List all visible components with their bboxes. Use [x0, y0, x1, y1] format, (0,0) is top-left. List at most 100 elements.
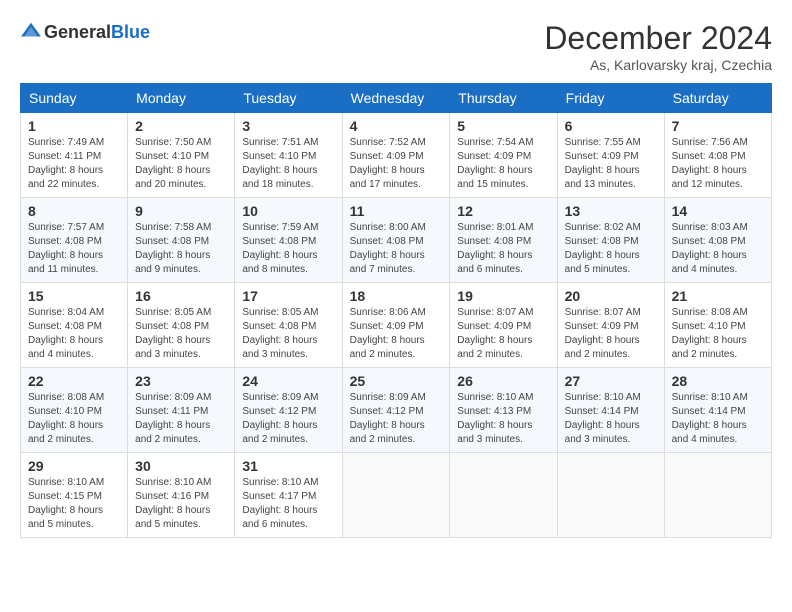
- logo-text-general: General: [44, 22, 111, 42]
- week-row-2: 8 Sunrise: 7:57 AMSunset: 4:08 PMDaylight…: [21, 198, 772, 283]
- cell-text: Sunrise: 8:09 AMSunset: 4:11 PMDaylight:…: [135, 392, 211, 445]
- cell-text: Sunrise: 8:07 AMSunset: 4:09 PMDaylight:…: [457, 307, 533, 360]
- day-number: 3: [242, 118, 334, 134]
- day-number: 19: [457, 288, 549, 304]
- cell-text: Sunrise: 8:01 AMSunset: 4:08 PMDaylight:…: [457, 222, 533, 275]
- day-number: 7: [672, 118, 764, 134]
- day-number: 30: [135, 458, 227, 474]
- calendar-cell: 26 Sunrise: 8:10 AMSunset: 4:13 PMDayligh…: [450, 368, 557, 453]
- calendar-cell: 11Sunrise: 8:00 AMSunset: 4:08 PMDayligh…: [342, 198, 450, 283]
- header-day-wednesday: Wednesday: [342, 84, 450, 113]
- cell-text: Sunrise: 8:05 AMSunset: 4:08 PMDaylight:…: [242, 307, 318, 360]
- day-number: 4: [350, 118, 443, 134]
- calendar-cell: 25Sunrise: 8:09 AMSunset: 4:12 PMDayligh…: [342, 368, 450, 453]
- calendar-cell: 14Sunrise: 8:03 AMSunset: 4:08 PMDayligh…: [664, 198, 771, 283]
- day-number: 22: [28, 373, 120, 389]
- day-number: 24: [242, 373, 334, 389]
- calendar-cell: 5 Sunrise: 7:54 AMSunset: 4:09 PMDaylight…: [450, 113, 557, 198]
- cell-text: Sunrise: 7:52 AMSunset: 4:09 PMDaylight:…: [350, 137, 426, 190]
- logo-text-blue: Blue: [111, 22, 150, 42]
- calendar-header-row: SundayMondayTuesdayWednesdayThursdayFrid…: [21, 84, 772, 113]
- calendar-cell: 3 Sunrise: 7:51 AMSunset: 4:10 PMDaylight…: [235, 113, 342, 198]
- header-day-tuesday: Tuesday: [235, 84, 342, 113]
- calendar-cell: [664, 453, 771, 538]
- calendar-cell: 21Sunrise: 8:08 AMSunset: 4:10 PMDayligh…: [664, 283, 771, 368]
- calendar: SundayMondayTuesdayWednesdayThursdayFrid…: [20, 83, 772, 538]
- day-number: 12: [457, 203, 549, 219]
- calendar-cell: 9 Sunrise: 7:58 AMSunset: 4:08 PMDaylight…: [128, 198, 235, 283]
- cell-text: Sunrise: 7:56 AMSunset: 4:08 PMDaylight:…: [672, 137, 748, 190]
- day-number: 20: [565, 288, 657, 304]
- calendar-cell: 12 Sunrise: 8:01 AMSunset: 4:08 PMDayligh…: [450, 198, 557, 283]
- calendar-cell: 28 Sunrise: 8:10 AMSunset: 4:14 PMDayligh…: [664, 368, 771, 453]
- calendar-cell: [450, 453, 557, 538]
- location: As, Karlovarsky kraj, Czechia: [544, 57, 772, 73]
- day-number: 8: [28, 203, 120, 219]
- cell-text: Sunrise: 8:04 AMSunset: 4:08 PMDaylight:…: [28, 307, 104, 360]
- day-number: 16: [135, 288, 227, 304]
- day-number: 13: [565, 203, 657, 219]
- calendar-cell: 27Sunrise: 8:10 AMSunset: 4:14 PMDayligh…: [557, 368, 664, 453]
- day-number: 11: [350, 203, 443, 219]
- day-number: 25: [350, 373, 443, 389]
- day-number: 5: [457, 118, 549, 134]
- calendar-cell: 20 Sunrise: 8:07 AMSunset: 4:09 PMDayligh…: [557, 283, 664, 368]
- cell-text: Sunrise: 8:07 AMSunset: 4:09 PMDaylight:…: [565, 307, 641, 360]
- cell-text: Sunrise: 7:49 AMSunset: 4:11 PMDaylight:…: [28, 137, 104, 190]
- cell-text: Sunrise: 7:57 AMSunset: 4:08 PMDaylight:…: [28, 222, 104, 275]
- header: GeneralBlue December 2024 As, Karlovarsk…: [20, 20, 772, 73]
- calendar-cell: 7 Sunrise: 7:56 AMSunset: 4:08 PMDaylight…: [664, 113, 771, 198]
- cell-text: Sunrise: 7:54 AMSunset: 4:09 PMDaylight:…: [457, 137, 533, 190]
- day-number: 28: [672, 373, 764, 389]
- day-number: 27: [565, 373, 657, 389]
- week-row-3: 15Sunrise: 8:04 AMSunset: 4:08 PMDayligh…: [21, 283, 772, 368]
- cell-text: Sunrise: 7:55 AMSunset: 4:09 PMDaylight:…: [565, 137, 641, 190]
- day-number: 1: [28, 118, 120, 134]
- calendar-cell: 8 Sunrise: 7:57 AMSunset: 4:08 PMDaylight…: [21, 198, 128, 283]
- cell-text: Sunrise: 7:58 AMSunset: 4:08 PMDaylight:…: [135, 222, 211, 275]
- week-row-1: 1 Sunrise: 7:49 AMSunset: 4:11 PMDaylight…: [21, 113, 772, 198]
- calendar-cell: 31Sunrise: 8:10 AMSunset: 4:17 PMDayligh…: [235, 453, 342, 538]
- day-number: 6: [565, 118, 657, 134]
- calendar-cell: 19 Sunrise: 8:07 AMSunset: 4:09 PMDayligh…: [450, 283, 557, 368]
- title-area: December 2024 As, Karlovarsky kraj, Czec…: [544, 20, 772, 73]
- cell-text: Sunrise: 7:51 AMSunset: 4:10 PMDaylight:…: [242, 137, 318, 190]
- cell-text: Sunrise: 8:10 AMSunset: 4:14 PMDaylight:…: [672, 392, 748, 445]
- logo: GeneralBlue: [20, 20, 150, 44]
- header-day-sunday: Sunday: [21, 84, 128, 113]
- header-day-thursday: Thursday: [450, 84, 557, 113]
- day-number: 9: [135, 203, 227, 219]
- header-day-friday: Friday: [557, 84, 664, 113]
- calendar-cell: 29Sunrise: 8:10 AMSunset: 4:15 PMDayligh…: [21, 453, 128, 538]
- calendar-cell: 15Sunrise: 8:04 AMSunset: 4:08 PMDayligh…: [21, 283, 128, 368]
- cell-text: Sunrise: 8:10 AMSunset: 4:15 PMDaylight:…: [28, 477, 104, 530]
- header-day-monday: Monday: [128, 84, 235, 113]
- header-day-saturday: Saturday: [664, 84, 771, 113]
- cell-text: Sunrise: 7:59 AMSunset: 4:08 PMDaylight:…: [242, 222, 318, 275]
- week-row-4: 22 Sunrise: 8:08 AMSunset: 4:10 PMDayligh…: [21, 368, 772, 453]
- calendar-cell: 1 Sunrise: 7:49 AMSunset: 4:11 PMDaylight…: [21, 113, 128, 198]
- calendar-cell: 24Sunrise: 8:09 AMSunset: 4:12 PMDayligh…: [235, 368, 342, 453]
- calendar-cell: 23 Sunrise: 8:09 AMSunset: 4:11 PMDayligh…: [128, 368, 235, 453]
- calendar-cell: 13Sunrise: 8:02 AMSunset: 4:08 PMDayligh…: [557, 198, 664, 283]
- cell-text: Sunrise: 8:05 AMSunset: 4:08 PMDaylight:…: [135, 307, 211, 360]
- calendar-cell: 6 Sunrise: 7:55 AMSunset: 4:09 PMDaylight…: [557, 113, 664, 198]
- cell-text: Sunrise: 8:03 AMSunset: 4:08 PMDaylight:…: [672, 222, 748, 275]
- day-number: 17: [242, 288, 334, 304]
- calendar-cell: 18 Sunrise: 8:06 AMSunset: 4:09 PMDayligh…: [342, 283, 450, 368]
- logo-icon: [20, 20, 42, 42]
- day-number: 26: [457, 373, 549, 389]
- calendar-cell: 16 Sunrise: 8:05 AMSunset: 4:08 PMDayligh…: [128, 283, 235, 368]
- cell-text: Sunrise: 8:06 AMSunset: 4:09 PMDaylight:…: [350, 307, 426, 360]
- cell-text: Sunrise: 8:08 AMSunset: 4:10 PMDaylight:…: [672, 307, 748, 360]
- calendar-cell: 10Sunrise: 7:59 AMSunset: 4:08 PMDayligh…: [235, 198, 342, 283]
- day-number: 23: [135, 373, 227, 389]
- cell-text: Sunrise: 8:10 AMSunset: 4:13 PMDaylight:…: [457, 392, 533, 445]
- calendar-cell: [557, 453, 664, 538]
- cell-text: Sunrise: 8:08 AMSunset: 4:10 PMDaylight:…: [28, 392, 104, 445]
- day-number: 18: [350, 288, 443, 304]
- cell-text: Sunrise: 8:10 AMSunset: 4:16 PMDaylight:…: [135, 477, 211, 530]
- cell-text: Sunrise: 7:50 AMSunset: 4:10 PMDaylight:…: [135, 137, 211, 190]
- cell-text: Sunrise: 8:10 AMSunset: 4:17 PMDaylight:…: [242, 477, 318, 530]
- week-row-5: 29Sunrise: 8:10 AMSunset: 4:15 PMDayligh…: [21, 453, 772, 538]
